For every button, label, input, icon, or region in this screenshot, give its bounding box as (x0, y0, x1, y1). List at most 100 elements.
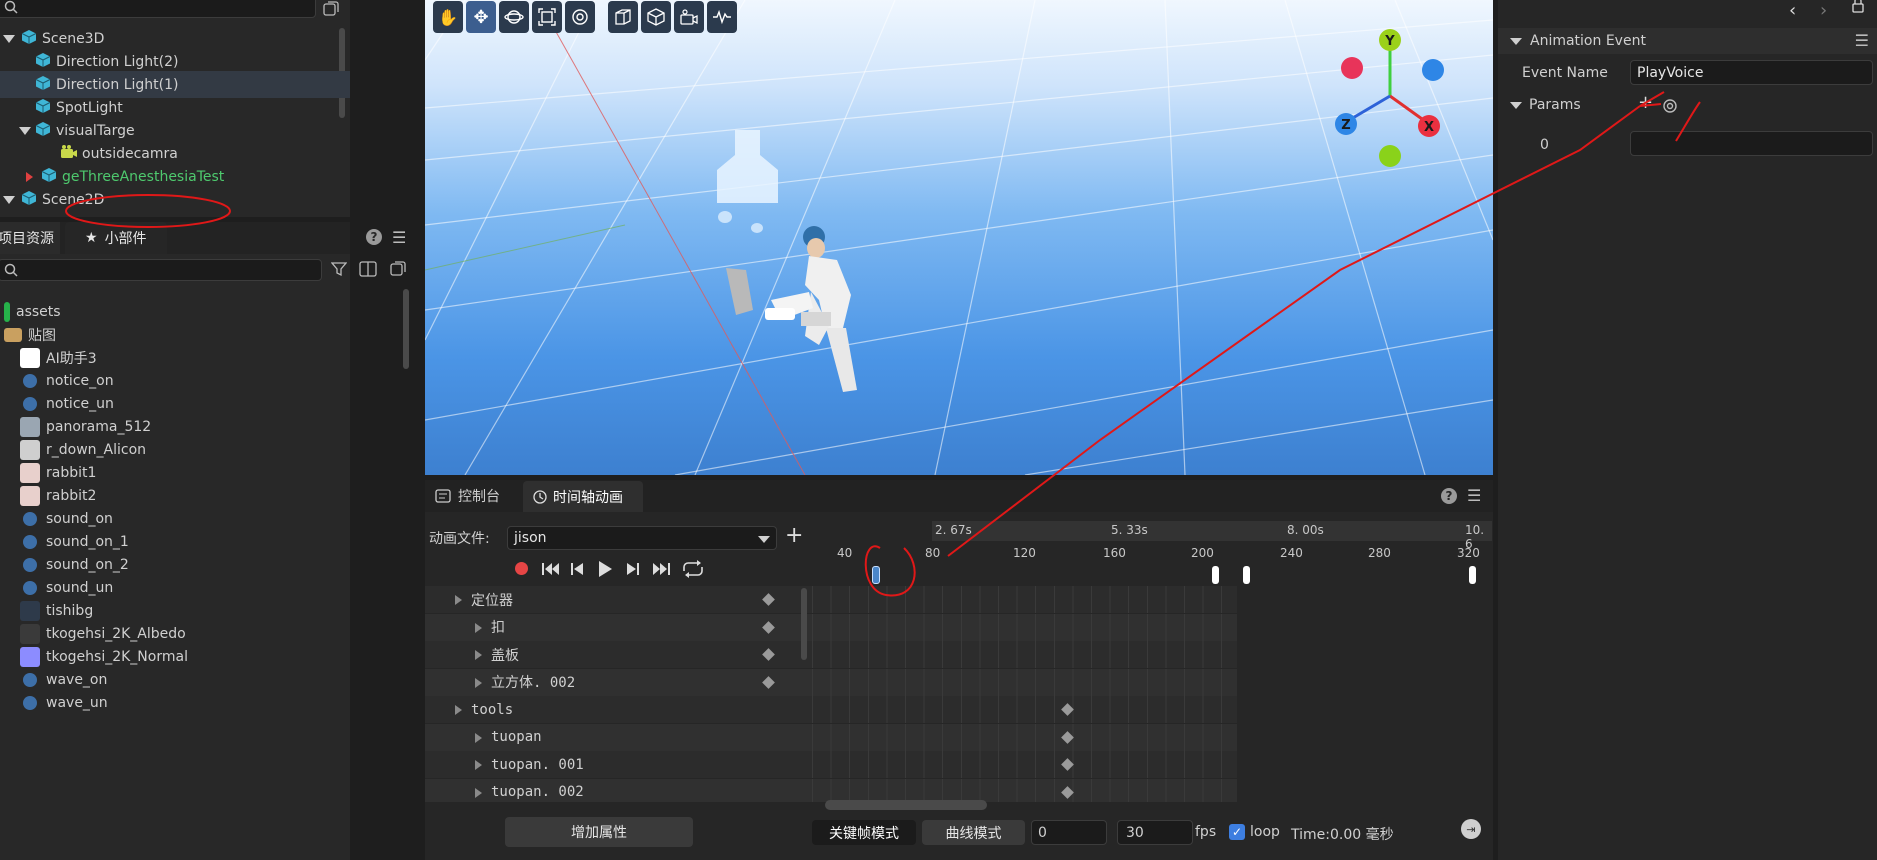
add-anim-file-icon[interactable]: + (785, 523, 803, 548)
scene-viewport[interactable]: Y X Z ✋ ✥ (425, 0, 1493, 475)
stats-button[interactable] (707, 1, 737, 33)
track-keyframe-area[interactable] (812, 613, 1237, 641)
split-view-icon[interactable] (359, 261, 377, 281)
track-list-scrollbar[interactable] (801, 588, 807, 660)
track-keyframe-area[interactable] (812, 696, 1237, 723)
loop-icon[interactable] (680, 559, 706, 579)
exit-icon[interactable]: ⇥ (1461, 819, 1481, 839)
help-icon[interactable]: ? (366, 229, 382, 245)
keyframe-diamond[interactable] (762, 593, 775, 606)
track-keyframe-area[interactable] (812, 668, 1237, 696)
record-icon[interactable] (515, 562, 528, 575)
chevron-right-icon[interactable] (455, 595, 462, 605)
track-keyframe-area[interactable] (812, 751, 1237, 778)
asset-label: tishibg (46, 602, 94, 619)
assets-scrollbar[interactable] (403, 289, 409, 369)
move-icon: ✥ (473, 6, 489, 28)
camera-view-button[interactable] (674, 1, 704, 33)
transform-tool-button[interactable] (565, 1, 595, 33)
help-icon[interactable]: ? (1441, 488, 1457, 504)
keyframe-mode-button[interactable]: 关键帧模式 (812, 820, 916, 845)
frame-input[interactable]: 0 (1031, 820, 1107, 845)
rotate-tool-button[interactable] (499, 1, 529, 33)
collapse-all-icon[interactable] (322, 0, 340, 22)
lock-icon[interactable] (1851, 0, 1865, 17)
menu-icon[interactable]: ☰ (392, 228, 406, 247)
character-model[interactable] (701, 220, 901, 400)
track-keyframe-area[interactable] (812, 778, 1237, 802)
chevron-down-icon[interactable] (3, 34, 15, 43)
skip-start-icon[interactable] (541, 561, 561, 577)
track-row[interactable]: 立方体. 002 (425, 668, 1237, 696)
anim-file-select[interactable]: jison (507, 526, 777, 550)
track-row[interactable]: tuopan. 001 (425, 751, 1237, 778)
tree-item-scene2d[interactable]: Scene2D (0, 186, 350, 213)
loop-checkbox[interactable]: ✓ (1229, 824, 1245, 840)
light-gizmo-icon[interactable] (715, 125, 805, 235)
hand-tool-button[interactable]: ✋ (433, 1, 463, 33)
params-header[interactable]: Params (1498, 92, 1877, 118)
chevron-right-icon[interactable] (475, 650, 482, 660)
add-property-button[interactable]: 增加属性 (505, 817, 693, 847)
view-box-button[interactable] (608, 1, 638, 33)
tab-timeline[interactable]: 时间轴动画 (523, 481, 643, 512)
event-marker-selected[interactable] (872, 566, 880, 584)
tab-widgets[interactable]: ★ 小部件 (65, 222, 167, 254)
hierarchy-search-input[interactable] (0, 0, 316, 18)
track-keyframe-area[interactable] (812, 586, 1237, 613)
track-keyframe-area[interactable] (812, 723, 1237, 751)
menu-icon[interactable]: ☰ (1855, 31, 1869, 50)
track-row[interactable]: tools (425, 696, 1237, 723)
timeline-hscrollbar[interactable] (825, 800, 987, 810)
param-value-input[interactable] (1630, 131, 1873, 156)
keyframe-diamond[interactable] (762, 675, 775, 689)
step-forward-icon[interactable] (625, 561, 641, 577)
scale-tool-button[interactable] (532, 1, 562, 33)
chevron-right-icon[interactable] (475, 622, 482, 633)
move-tool-button[interactable]: ✥ (466, 1, 496, 33)
collapse-all-icon[interactable] (389, 260, 407, 282)
assets-search-input[interactable] (0, 259, 322, 281)
fps-input[interactable]: 30 (1117, 820, 1193, 845)
event-marker[interactable] (1212, 566, 1219, 584)
asset-label: notice_un (46, 395, 114, 412)
play-icon[interactable] (597, 560, 613, 578)
frame-tick-label: 200 (1191, 546, 1214, 560)
cube-view-button[interactable] (641, 1, 671, 33)
menu-icon[interactable]: ☰ (1467, 486, 1481, 505)
asset-item[interactable]: wave_un (0, 689, 340, 716)
chevron-right-icon[interactable] (455, 705, 462, 715)
nav-forward-icon[interactable]: › (1820, 0, 1827, 21)
track-keyframe-area[interactable] (812, 641, 1237, 668)
tab-project-assets[interactable]: 项目资源 (0, 222, 60, 254)
track-row[interactable]: 扣 (425, 613, 1237, 641)
tab-console[interactable]: 控制台 (425, 480, 521, 512)
chevron-right-icon[interactable] (475, 760, 482, 770)
chevron-right-icon[interactable] (475, 732, 482, 743)
keyframe-diamond[interactable] (762, 648, 775, 661)
chevron-right-icon[interactable] (475, 677, 482, 688)
skip-end-icon[interactable] (651, 561, 671, 577)
keyframe-diamond[interactable] (762, 620, 775, 634)
chevron-down-icon[interactable] (3, 195, 15, 204)
param-index: 0 (1540, 137, 1549, 153)
track-row[interactable]: tuopan (425, 723, 1237, 751)
event-marker[interactable] (1243, 566, 1250, 584)
chevron-right-icon[interactable] (475, 787, 482, 798)
animation-event-header[interactable]: Animation Event ☰ (1498, 28, 1877, 54)
asset-label: sound_un (46, 579, 114, 596)
axis-gizmo[interactable]: Y X Z (1325, 28, 1455, 168)
settings-icon[interactable] (1662, 98, 1678, 118)
nav-back-icon[interactable]: ‹ (1789, 0, 1796, 21)
chevron-down-icon[interactable] (19, 126, 31, 135)
event-name-input[interactable]: PlayVoice (1630, 60, 1873, 85)
chevron-right-icon[interactable] (26, 171, 33, 182)
track-row[interactable]: 定位器 (425, 586, 1237, 613)
track-row[interactable]: tuopan. 002 (425, 778, 1237, 802)
event-marker[interactable] (1469, 566, 1476, 584)
curve-mode-button[interactable]: 曲线模式 (922, 820, 1025, 845)
add-param-icon[interactable]: + (1638, 92, 1653, 113)
filter-icon[interactable] (330, 261, 348, 281)
step-back-icon[interactable] (569, 561, 585, 577)
track-row[interactable]: 盖板 (425, 641, 1237, 668)
